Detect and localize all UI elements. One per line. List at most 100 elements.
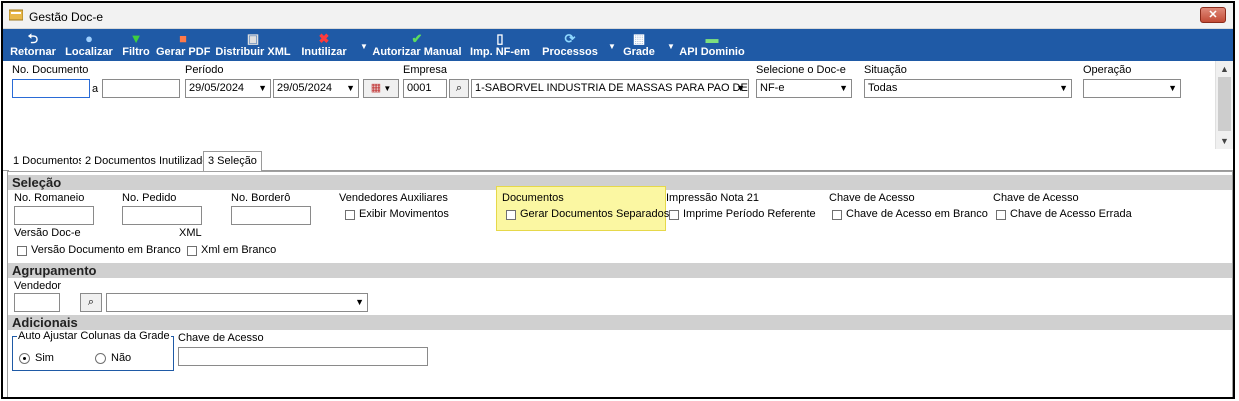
chevron-down-icon: ▼ bbox=[839, 83, 848, 93]
doc-e-select[interactable]: NF-e ▼ bbox=[756, 79, 852, 98]
inutilizar-button[interactable]: ✖ Inutilizar bbox=[299, 29, 349, 61]
auto-ajustar-label: Auto Ajustar Colunas da Grade bbox=[17, 330, 171, 342]
chevron-up-icon[interactable]: ▲ bbox=[1220, 64, 1229, 74]
section-agrupamento: Agrupamento bbox=[8, 263, 1232, 278]
documentos-label: Documentos bbox=[502, 192, 564, 204]
scroll-thumb[interactable] bbox=[1218, 77, 1231, 131]
imprime-periodo-referente-label: Imprime Período Referente bbox=[683, 208, 816, 220]
window-title: Gestão Doc-e bbox=[29, 10, 104, 24]
chave-acesso-em-branco-checkbox[interactable] bbox=[832, 210, 842, 220]
gerar-documentos-separados-checkbox[interactable] bbox=[506, 210, 516, 220]
magnifier-icon: ⌕ bbox=[87, 296, 95, 308]
autorizar-manual-button[interactable]: ✔ Autorizar Manual bbox=[371, 29, 463, 61]
no-documento-to-input[interactable] bbox=[102, 79, 180, 98]
empresa-code-input[interactable]: 0001 bbox=[403, 79, 447, 98]
magnifier-icon: ⌕ bbox=[455, 82, 463, 94]
no-documento-label: No. Documento bbox=[12, 64, 89, 76]
calendar-icon: ▦ bbox=[370, 82, 382, 94]
api-dominio-button[interactable]: ▬ API Dominio bbox=[679, 29, 745, 61]
doc-e-label: Selecione o Doc-e bbox=[756, 64, 846, 76]
gerar-documentos-separados-label: Gerar Documentos Separados bbox=[520, 208, 670, 220]
empresa-label: Empresa bbox=[403, 64, 448, 76]
selecao-panel: Seleção No. Romaneio No. Pedido No. Bord… bbox=[7, 171, 1233, 397]
no-documento-from-input[interactable] bbox=[12, 79, 90, 98]
vendedor-search-button[interactable]: ⌕ bbox=[80, 293, 102, 312]
tab-selecao[interactable]: 3 Seleção bbox=[203, 151, 262, 172]
back-arrow-icon: ⮌ bbox=[27, 31, 39, 46]
search-icon: ● bbox=[85, 31, 93, 46]
no-romaneio-input[interactable] bbox=[14, 206, 94, 225]
impressao-nota-21-label: Impressão Nota 21 bbox=[666, 192, 759, 204]
sim-radio[interactable] bbox=[19, 353, 30, 364]
calendar-button[interactable]: ▦ ▼ bbox=[363, 79, 399, 98]
xml-em-branco-checkbox[interactable] bbox=[187, 246, 197, 256]
empresa-select[interactable]: 1-SABORVEL INDUSTRIA DE MASSAS PARA PAO … bbox=[471, 79, 749, 98]
checkmark-icon: ✔ bbox=[411, 31, 423, 46]
operacao-select[interactable]: ▼ bbox=[1083, 79, 1181, 98]
chave-acesso-label-3: Chave de Acesso bbox=[178, 332, 264, 344]
chave-acesso-errada-checkbox[interactable] bbox=[996, 210, 1006, 220]
vendedor-code-input[interactable] bbox=[14, 293, 60, 312]
nao-radio[interactable] bbox=[95, 353, 106, 364]
chevron-down-icon: ▼ bbox=[1059, 83, 1068, 93]
empresa-search-button[interactable]: ⌕ bbox=[449, 79, 469, 98]
versao-documento-em-branco-label: Versão Documento em Branco bbox=[31, 244, 181, 256]
exibir-movimentos-checkbox[interactable] bbox=[345, 210, 355, 220]
chave-acesso-label-1: Chave de Acesso bbox=[829, 192, 915, 204]
imp-nf-em-button[interactable]: ▯ Imp. NF-em bbox=[469, 29, 531, 61]
situacao-label: Situação bbox=[864, 64, 907, 76]
chave-acesso-input[interactable] bbox=[178, 347, 428, 366]
xml-em-branco-label: Xml em Branco bbox=[201, 244, 277, 256]
section-adicionais: Adicionais bbox=[8, 315, 1232, 330]
nao-label: Não bbox=[111, 352, 132, 364]
vendedores-auxiliares-label: Vendedores Auxiliares bbox=[339, 192, 448, 204]
title-bar: Gestão Doc-e ✕ bbox=[3, 3, 1233, 29]
tab-bar: 1 Documentos 2 Documentos Inutilizados 3… bbox=[3, 149, 1233, 172]
versao-documento-em-branco-checkbox[interactable] bbox=[17, 246, 27, 256]
processos-button[interactable]: ⟳ Processos bbox=[539, 29, 601, 61]
chevron-down-icon: ▼ bbox=[736, 83, 745, 93]
api-icon: ▬ bbox=[705, 31, 719, 46]
chevron-down-icon[interactable]: ▼ bbox=[1220, 136, 1229, 146]
chevron-down-icon: ▼ bbox=[346, 83, 355, 93]
gerar-pdf-button[interactable]: ■ Gerar PDF bbox=[156, 29, 210, 61]
no-pedido-input[interactable] bbox=[122, 206, 202, 225]
operacao-label: Operação bbox=[1083, 64, 1132, 76]
main-window: Gestão Doc-e ✕ ⮌ Retornar ● Localizar ▼ … bbox=[1, 1, 1235, 399]
processos-dropdown-icon[interactable]: ▼ bbox=[608, 42, 617, 51]
chave-acesso-em-branco-label: Chave de Acesso em Branco bbox=[846, 208, 988, 220]
periodo-label: Período bbox=[185, 64, 224, 76]
no-bordero-input[interactable] bbox=[231, 206, 311, 225]
periodo-from-select[interactable]: 29/05/2024 ▼ bbox=[185, 79, 271, 98]
chevron-down-icon: ▼ bbox=[1168, 83, 1177, 93]
distribuir-xml-button[interactable]: ▣ Distribuir XML bbox=[215, 29, 291, 61]
periodo-to-select[interactable]: 29/05/2024 ▼ bbox=[273, 79, 359, 98]
grid-icon: ▦ bbox=[632, 31, 646, 46]
filter-panel: No. Documento a Período 29/05/2024 ▼ 29/0… bbox=[3, 61, 1215, 149]
chave-acesso-errada-label: Chave de Acesso Errada bbox=[1010, 208, 1132, 220]
tab-documentos[interactable]: 1 Documentos bbox=[9, 154, 89, 171]
pdf-icon: ■ bbox=[179, 31, 187, 46]
chevron-down-icon: ▼ bbox=[355, 297, 364, 307]
localizar-button[interactable]: ● Localizar bbox=[63, 29, 115, 61]
chevron-down-icon: ▼ bbox=[258, 83, 267, 93]
app-icon bbox=[9, 9, 23, 21]
inutilizar-dropdown-icon[interactable]: ▼ bbox=[360, 42, 369, 51]
retornar-button[interactable]: ⮌ Retornar bbox=[7, 29, 59, 61]
grade-dropdown-icon[interactable]: ▼ bbox=[667, 42, 676, 51]
chave-acesso-label-2: Chave de Acesso bbox=[993, 192, 1079, 204]
imprime-periodo-referente-checkbox[interactable] bbox=[669, 210, 679, 220]
funnel-icon: ▼ bbox=[129, 31, 143, 46]
situacao-select[interactable]: Todas ▼ bbox=[864, 79, 1072, 98]
filter-scrollbar[interactable]: ▲ ▼ bbox=[1215, 61, 1233, 149]
close-button[interactable]: ✕ bbox=[1200, 7, 1226, 23]
versao-doc-e-label: Versão Doc-e bbox=[14, 227, 81, 239]
grade-button[interactable]: ▦ Grade bbox=[621, 29, 657, 61]
exibir-movimentos-label: Exibir Movimentos bbox=[359, 208, 449, 220]
vendedor-select[interactable]: ▼ bbox=[106, 293, 368, 312]
xml-label: XML bbox=[179, 227, 202, 239]
filtro-button[interactable]: ▼ Filtro bbox=[119, 29, 153, 61]
range-separator: a bbox=[92, 83, 99, 95]
tab-documentos-inutilizados[interactable]: 2 Documentos Inutilizados bbox=[81, 154, 220, 171]
no-bordero-label: No. Borderô bbox=[231, 192, 291, 204]
